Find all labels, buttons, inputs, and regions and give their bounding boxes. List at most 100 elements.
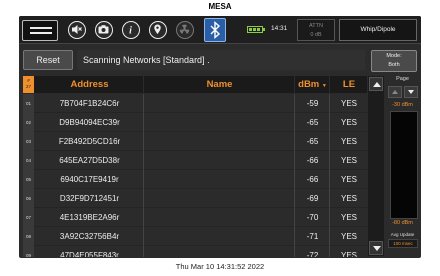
network-table: # 27 Address Name dBm ▼ LE 01 7B704F1B24…: [23, 76, 367, 257]
table-header: # 27 Address Name dBm ▼ LE: [23, 76, 367, 93]
triangle-down-icon: [373, 246, 381, 251]
attn-label: ATTN: [309, 23, 323, 29]
cell-dbm: -72: [296, 246, 330, 257]
row-number: 08: [23, 227, 34, 246]
page-up-button[interactable]: [388, 86, 402, 98]
cell-name: [145, 227, 295, 246]
row-number: 09: [23, 246, 34, 257]
mode-button[interactable]: Mode: Both: [371, 50, 417, 72]
toolbar: i 14:31 ATTN 0 dB Whip/Dipole: [19, 16, 421, 44]
cell-le: YES: [340, 137, 357, 146]
location-pin-icon[interactable]: [149, 21, 167, 39]
row-number: 04: [23, 151, 34, 170]
antenna-select[interactable]: Whip/Dipole: [339, 19, 417, 41]
cell-address: 6940C17E9419r: [36, 170, 144, 189]
cell-dbm: -65: [296, 132, 330, 151]
avg-update-value[interactable]: 100 msec: [388, 239, 418, 248]
cell-address: 4E1319BE2A96r: [36, 208, 144, 227]
menu-icon: [30, 27, 52, 29]
cell-dbm: -66: [296, 170, 330, 189]
scroll-up-button[interactable]: [369, 77, 383, 91]
cell-name: [145, 170, 295, 189]
row-number: 01: [23, 94, 34, 113]
info-icon[interactable]: i: [122, 21, 140, 39]
sort-indicator[interactable]: # 27: [23, 76, 34, 93]
avg-update-label: Avg Update: [390, 232, 415, 237]
bluetooth-icon: [210, 20, 221, 40]
cell-dbm: -66: [296, 151, 330, 170]
column-header-dbm-label: dBm: [298, 79, 320, 90]
mode-label: Mode:: [386, 53, 402, 59]
cell-name: [145, 208, 295, 227]
cell-address: F2B492D5CD16r: [36, 132, 144, 151]
level-min-label: -80 dBm: [392, 220, 413, 226]
column-header-dbm[interactable]: dBm ▼: [296, 76, 330, 93]
camera-icon[interactable]: [95, 21, 113, 39]
cell-name: [145, 94, 295, 113]
attenuation-button[interactable]: ATTN 0 dB: [297, 19, 335, 41]
footer-timestamp: Thu Mar 10 14:31:52 2022: [175, 262, 265, 271]
cell-dbm: -65: [296, 113, 330, 132]
page-label: Page: [396, 76, 409, 82]
cell-address: 47D4E055F843r: [36, 246, 144, 257]
table-body: 01 7B704F1B24C6r -59 YES 02 D9B94094EC39…: [23, 94, 367, 257]
column-header-name[interactable]: Name: [145, 76, 295, 93]
table-row[interactable]: 06 D32F9D712451r -69 YES: [23, 189, 367, 208]
cell-address: 7B704F1B24C6r: [36, 94, 144, 113]
cell-name: [145, 189, 295, 208]
clock: 14:31: [271, 25, 288, 32]
battery-cell: [257, 28, 260, 31]
row-number: 05: [23, 170, 34, 189]
cell-dbm: -69: [296, 189, 330, 208]
table-row[interactable]: 03 F2B492D5CD16r -65 YES: [23, 132, 367, 151]
table-row[interactable]: 05 6940C17E9419r -66 YES: [23, 170, 367, 189]
cell-name: [145, 246, 295, 257]
menu-icon-line: [30, 32, 52, 34]
row-number: 03: [23, 132, 34, 151]
mute-icon[interactable]: [68, 21, 86, 39]
battery-cell: [249, 28, 252, 31]
cell-le: YES: [340, 99, 357, 108]
table-row[interactable]: 08 3A92C32756B4r -71 YES: [23, 227, 367, 246]
mode-value: Both: [388, 62, 400, 68]
reset-button[interactable]: Reset: [23, 50, 73, 70]
cell-le: YES: [340, 232, 357, 241]
window-title: MESA: [208, 2, 232, 11]
sort-down-icon: ▼: [321, 83, 327, 89]
signal-meter: [390, 111, 418, 219]
level-max-label: -30 dBm: [392, 102, 413, 108]
sort-indicator-bottom: 27: [25, 84, 31, 89]
column-header-address[interactable]: Address: [36, 76, 144, 93]
table-row[interactable]: 09 47D4E055F843r -72 YES: [23, 246, 367, 257]
cell-address: D32F9D712451r: [36, 189, 144, 208]
signal-panel: Page -30 dBm -80 dBm Avg Update 100 msec: [386, 74, 419, 256]
table-scrollbar[interactable]: [368, 76, 384, 256]
bluetooth-button[interactable]: [204, 18, 226, 42]
page-down-button[interactable]: [404, 86, 418, 98]
cell-dbm: -59: [296, 94, 330, 113]
cell-le: YES: [340, 175, 357, 184]
cell-dbm: -71: [296, 227, 330, 246]
triangle-down-icon: [408, 90, 414, 94]
cell-dbm: -70: [296, 208, 330, 227]
device-screen: i 14:31 ATTN 0 dB Whip/Dipole Reset Scan…: [19, 16, 421, 258]
battery-icon: [247, 26, 265, 33]
table-row[interactable]: 04 645EA27D5D38r -66 YES: [23, 151, 367, 170]
row-number: 02: [23, 113, 34, 132]
cell-name: [145, 132, 295, 151]
row-number: 06: [23, 189, 34, 208]
status-text: Scanning Networks [Standard] .: [77, 50, 365, 70]
cell-le: YES: [340, 118, 357, 127]
battery-cell: [253, 28, 256, 31]
column-header-le[interactable]: LE: [331, 76, 367, 93]
triangle-up-icon: [392, 90, 398, 94]
menu-button[interactable]: [22, 20, 58, 41]
cell-name: [145, 151, 295, 170]
table-row[interactable]: 01 7B704F1B24C6r -59 YES: [23, 94, 367, 113]
table-row[interactable]: 07 4E1319BE2A96r -70 YES: [23, 208, 367, 227]
radiation-icon[interactable]: [176, 21, 194, 39]
cell-name: [145, 113, 295, 132]
scroll-down-button[interactable]: [369, 241, 383, 255]
table-row[interactable]: 02 D9B94094EC39r -65 YES: [23, 113, 367, 132]
attn-value: 0 dB: [310, 32, 322, 38]
